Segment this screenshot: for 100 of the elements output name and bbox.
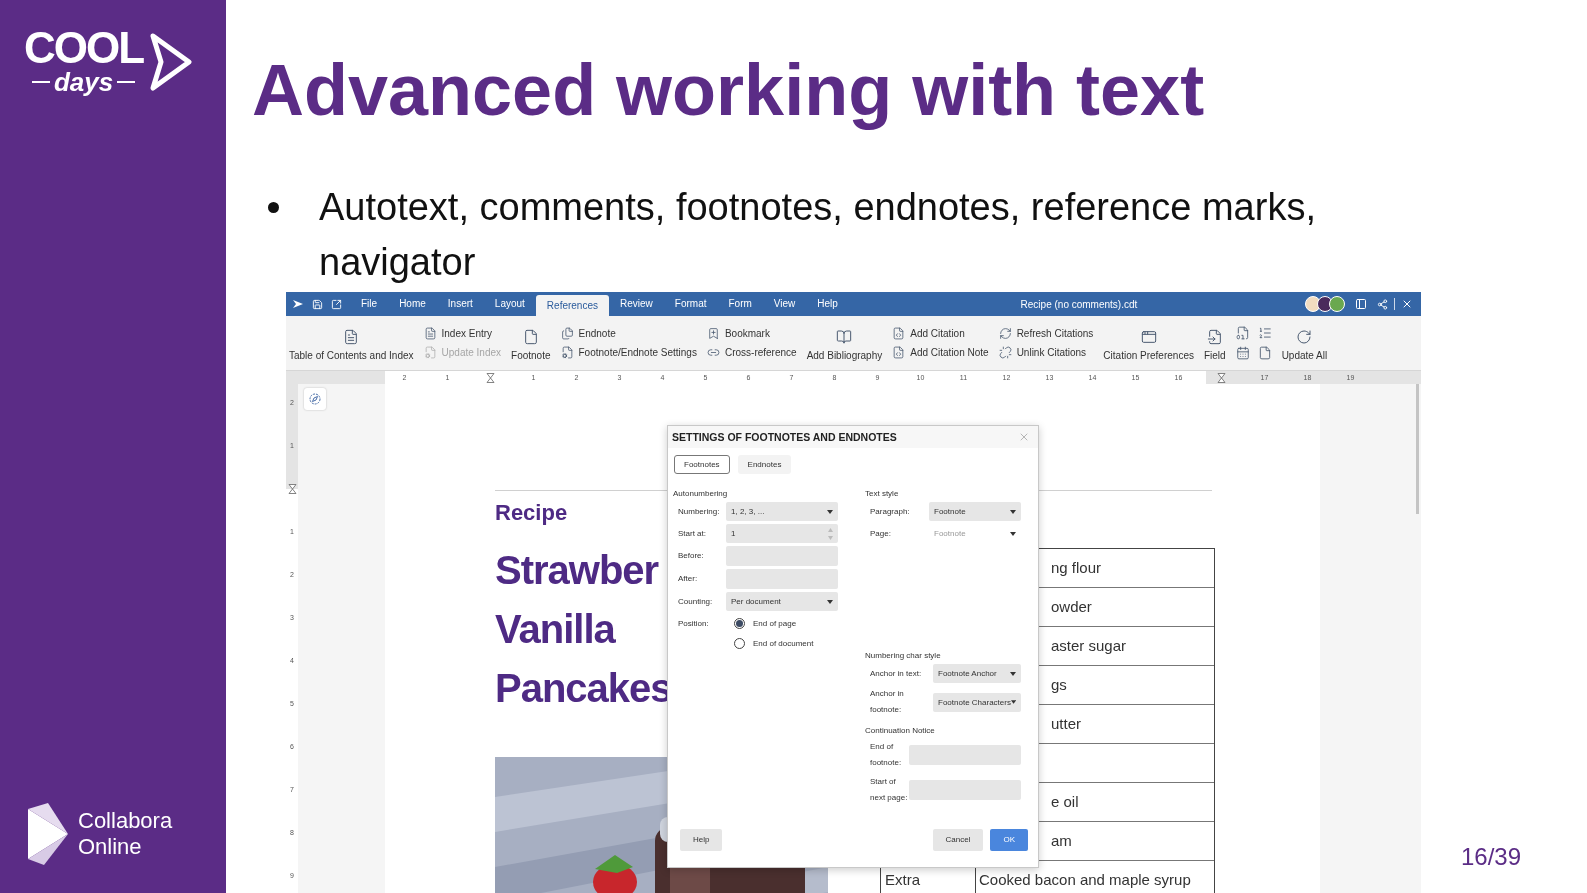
table-cell: aster sugar [1051,637,1127,655]
external-window-icon[interactable] [331,298,342,310]
radio-option[interactable]: End of page [734,618,797,629]
table-cell: gs [1051,676,1067,694]
ribbon-button[interactable]: Add Citation [892,327,989,340]
number-field[interactable]: 1 [726,524,838,543]
document-title-line: Vanilla [495,606,615,653]
broken-link-icon [998,346,1012,359]
document-title-line: Pancakes [495,665,672,712]
number-document-icon[interactable] [1235,326,1250,340]
chevron-logo-icon [149,33,194,91]
menu-tab[interactable]: File [350,292,389,316]
navigator-button[interactable] [304,388,326,410]
field-label: Page: [869,527,892,540]
caret-icon [1010,509,1016,514]
bookmark-icon [706,327,720,340]
avatar-icon[interactable] [1329,296,1345,312]
menu-tab[interactable]: Review [609,292,664,316]
radio-option[interactable]: End of document [734,638,814,649]
table-cell: owder [1051,598,1092,616]
input-field[interactable] [909,780,1021,800]
avatar-icon[interactable] [1305,296,1321,312]
dropdown[interactable]: Footnote Characters [933,692,1021,712]
input-field[interactable] [909,745,1021,765]
dropdown[interactable]: Footnote [929,502,1021,521]
save-icon[interactable] [312,298,323,310]
document-heading: Recipe [495,499,568,527]
dropdown[interactable]: Footnote Anchor [933,664,1021,683]
ribbon-button[interactable]: Endnote [560,327,697,340]
caret-icon [1010,700,1016,704]
rotate-icon [1296,329,1313,345]
code-document-icon [892,327,906,340]
calendar-icon[interactable] [1235,346,1250,360]
table-cell: e oil [1051,793,1079,811]
field-label: End of footnote: [869,741,903,769]
dialog-tab[interactable]: Endnotes [737,455,792,474]
ribbon-button[interactable]: Index Entry [423,327,502,340]
page-icon[interactable] [1257,346,1272,360]
ribbon-button[interactable]: Add Bibliography [806,325,883,361]
ribbon-button[interactable]: Footnote [511,325,551,361]
ribbon-button[interactable]: Field [1203,325,1226,361]
app-logo-icon[interactable] [292,298,304,310]
avatar-icon[interactable] [1317,296,1333,312]
section-heading: Continuation Notice [865,726,936,735]
scrollbar[interactable] [1416,384,1419,514]
ribbon-button[interactable]: Cross-reference [706,346,797,359]
cancel-button[interactable]: Cancel [932,829,984,851]
refresh-icon [998,327,1012,340]
ribbon-button[interactable]: Update All [1281,325,1328,361]
input-field[interactable] [726,569,838,589]
page-icon [522,329,539,345]
bullet-icon [268,202,279,213]
menu-tab[interactable]: Insert [436,292,484,316]
ribbon-button[interactable]: Citation Preferences [1103,325,1194,361]
menu-tab[interactable]: Form [717,292,763,316]
table-cell: ng flour [1051,559,1102,577]
menu-tab[interactable]: Format [663,292,718,316]
window-icon [1140,329,1157,345]
field-label: After: [677,573,699,585]
input-field[interactable] [726,546,838,566]
ribbon-button[interactable]: Unlink Citations [998,346,1094,359]
ribbon-button[interactable]: Add Citation Note [892,346,989,359]
link-icon [706,346,720,359]
sidebar-toggle-icon[interactable] [1355,298,1367,310]
ribbon-button[interactable]: Table of Contents and Index [289,325,414,361]
section-heading: Autonumbering [673,489,729,498]
ribbon-button[interactable]: Refresh Citations [998,327,1094,340]
dropdown[interactable]: 1, 2, 3, ... [726,502,838,521]
document-gear-icon [423,346,437,359]
dialog-tab[interactable]: Footnotes [674,455,730,474]
indent-marker-icon[interactable] [1217,372,1226,383]
menu-tab[interactable]: Layout [483,292,536,316]
spinner-arrows-icon [828,527,833,540]
menu-tab[interactable]: Help [806,292,849,316]
field-label: Before: [677,550,705,562]
compass-icon [309,393,321,405]
menu-tab[interactable]: Home [388,292,437,316]
ribbon-button[interactable]: Footnote/Endnote Settings [560,346,697,359]
caret-icon [827,599,833,604]
numbered-list-icon[interactable] [1257,326,1272,340]
menu-tab[interactable]: References [535,295,609,316]
caret-icon [1010,671,1016,676]
close-icon[interactable] [1401,298,1413,310]
book-icon [836,329,853,345]
dropdown[interactable]: Per document [726,592,838,611]
menu-tab[interactable]: View [762,292,807,316]
table-cell: am [1051,832,1072,850]
caret-icon [827,509,833,514]
ok-button[interactable]: OK [990,829,1028,851]
logo-text: COOL [24,28,144,68]
section-heading: Text style [865,489,900,498]
document-icon [343,329,360,345]
slide-title: Advanced working with text [252,49,1206,132]
share-icon[interactable] [1377,298,1388,310]
help-button[interactable]: Help [680,829,723,851]
field-label: Start of next page: [869,776,909,804]
indent-marker-icon[interactable] [486,372,495,383]
document-arrow-icon [1206,329,1223,345]
ribbon-button[interactable]: Bookmark [706,327,797,340]
code-document-icon [892,346,906,359]
